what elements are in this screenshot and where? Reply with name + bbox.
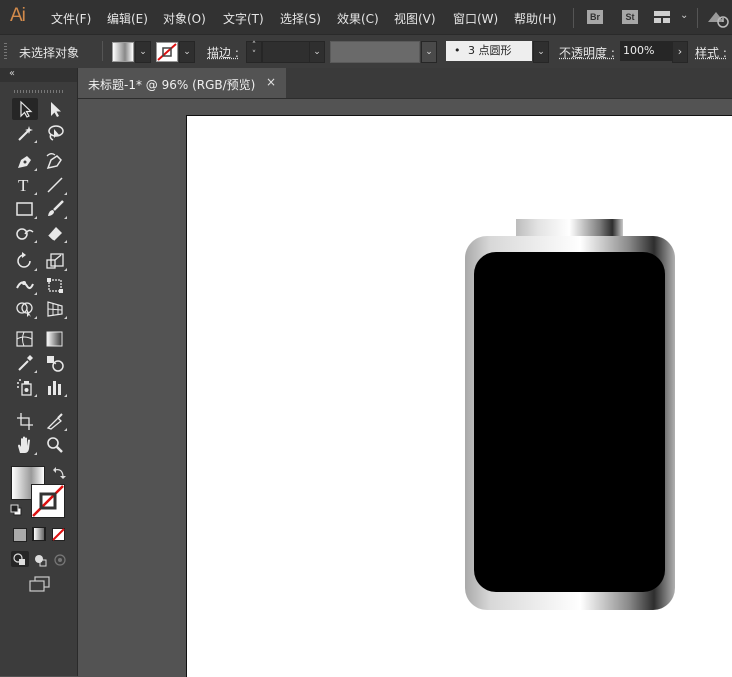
menu-bar: Ai 文件(F) 编辑(E) 对象(O) 文字(T) 选择(S) 效果(C) 视…	[0, 0, 732, 34]
eraser-tool-icon[interactable]	[42, 222, 68, 244]
lasso-tool-icon[interactable]	[42, 122, 68, 144]
menu-effect[interactable]: 效果(C)	[337, 10, 379, 27]
stroke-label[interactable]: 描边 :	[207, 44, 239, 61]
none-mode-icon[interactable]	[52, 528, 66, 542]
menu-view[interactable]: 视图(V)	[394, 10, 436, 27]
stroke-weight-dropdown[interactable]: ⌄	[309, 41, 325, 63]
style-label[interactable]: 样式 :	[695, 44, 727, 61]
type-tool-icon[interactable]: T	[12, 174, 38, 196]
column-graph-tool-icon[interactable]	[42, 376, 68, 398]
brush-bullet: •	[454, 44, 461, 57]
menu-help[interactable]: 帮助(H)	[514, 10, 556, 27]
rectangle-tool-icon[interactable]	[12, 198, 38, 220]
gradient-mode-icon	[34, 528, 44, 540]
fill-swatch[interactable]	[112, 42, 134, 62]
menu-file[interactable]: 文件(F)	[51, 10, 91, 27]
pen-tool-icon[interactable]	[12, 150, 38, 172]
menu-object[interactable]: 对象(O)	[163, 10, 206, 27]
zoom-tool-icon[interactable]	[42, 434, 68, 456]
opacity-label[interactable]: 不透明度 :	[559, 44, 615, 61]
collapse-panel-icon[interactable]: ‹‹	[9, 68, 15, 79]
fill-dropdown[interactable]: ⌄	[135, 41, 151, 63]
slice-tool-icon[interactable]	[42, 410, 68, 432]
stroke-dropdown[interactable]: ⌄	[179, 41, 195, 63]
mesh-tool-icon[interactable]	[12, 328, 38, 350]
line-segment-tool-icon[interactable]	[42, 174, 68, 196]
blend-tool-icon[interactable]	[42, 352, 68, 374]
eyedropper-tool-icon[interactable]	[12, 352, 38, 374]
shaper-tool-icon[interactable]	[12, 222, 38, 244]
artboard-tool-icon[interactable]	[12, 410, 38, 432]
default-colors-icon[interactable]	[10, 504, 22, 516]
bridge-button[interactable]: Br	[587, 10, 603, 24]
shape-builder-tool-icon[interactable]	[12, 298, 38, 320]
svg-text:T: T	[18, 176, 29, 194]
document-tab-title: 未标题-1* @ 96% (RGB/预览)	[88, 78, 256, 92]
tools-panel-header: ‹‹	[0, 68, 77, 82]
control-divider	[102, 41, 103, 61]
menu-divider	[697, 8, 698, 28]
panel-grip[interactable]	[4, 43, 7, 59]
tools-panel-grip[interactable]	[14, 90, 64, 93]
stroke-weight-stepper[interactable]: ˄ ˅	[246, 41, 262, 63]
profile-dropdown[interactable]: ⌄	[421, 41, 437, 63]
symbol-sprayer-tool-icon[interactable]	[12, 376, 38, 398]
opacity-input[interactable]: 100%	[620, 41, 673, 61]
chevron-down-icon[interactable]: ⌄	[680, 10, 688, 21]
document-tab[interactable]: 未标题-1* @ 96% (RGB/预览) ×	[78, 68, 286, 98]
draw-normal-button[interactable]	[11, 551, 29, 567]
swap-fill-stroke-icon[interactable]	[52, 466, 66, 480]
selection-tool-icon[interactable]	[12, 98, 38, 120]
app-logo: Ai	[10, 5, 26, 26]
stroke-color-swatch[interactable]	[31, 484, 65, 518]
hand-tool-icon[interactable]	[12, 434, 38, 456]
width-tool-icon[interactable]	[12, 274, 38, 296]
opacity-arrow[interactable]: ›	[672, 41, 688, 63]
arrange-documents-icon[interactable]	[654, 11, 670, 23]
menu-divider	[573, 8, 574, 28]
draw-inside-icon[interactable]	[52, 552, 68, 568]
perspective-grid-tool-icon[interactable]	[42, 298, 68, 320]
menu-window[interactable]: 窗口(W)	[453, 10, 498, 27]
selection-status: 未选择对象	[19, 46, 80, 60]
brush-dropdown[interactable]: ⌄	[533, 41, 549, 63]
menu-select[interactable]: 选择(S)	[280, 10, 321, 27]
draw-behind-icon[interactable]	[32, 552, 48, 568]
document-tab-bar: 未标题-1* @ 96% (RGB/预览) ×	[78, 68, 732, 99]
brush-value: 3 点圆形	[468, 44, 512, 57]
gradient-mode-button[interactable]	[32, 527, 46, 541]
tools-panel: ‹‹ T	[0, 68, 78, 676]
menu-edit[interactable]: 编辑(E)	[107, 10, 148, 27]
sync-icon[interactable]	[705, 8, 729, 28]
direct-selection-tool-icon[interactable]	[42, 98, 68, 120]
scale-tool-icon[interactable]	[42, 250, 68, 272]
control-bar: 未选择对象 ⌄ ⌄ 描边 : ˄ ˅ ⌄ ⌄ • 3 点圆形 ⌄ 不透明度 : 1…	[0, 34, 732, 69]
battery-body	[474, 252, 665, 592]
stroke-swatch[interactable]	[156, 42, 178, 62]
menu-type[interactable]: 文字(T)	[223, 10, 264, 27]
magic-wand-tool-icon[interactable]	[12, 122, 38, 144]
free-transform-tool-icon[interactable]	[42, 274, 68, 296]
battery-artwork[interactable]	[460, 216, 680, 614]
curvature-tool-icon[interactable]	[42, 150, 68, 172]
color-mode-icon[interactable]	[13, 528, 27, 542]
stroke-weight-input[interactable]	[262, 41, 310, 63]
paintbrush-tool-icon[interactable]	[42, 198, 68, 220]
variable-width-profile[interactable]	[330, 41, 420, 63]
stock-button[interactable]: St	[622, 10, 638, 24]
gradient-tool-icon[interactable]	[42, 328, 68, 350]
rotate-tool-icon[interactable]	[12, 250, 38, 272]
change-screen-mode-icon[interactable]	[29, 576, 51, 594]
brush-definition-field[interactable]: • 3 点圆形	[446, 41, 532, 61]
close-icon[interactable]: ×	[266, 75, 276, 89]
